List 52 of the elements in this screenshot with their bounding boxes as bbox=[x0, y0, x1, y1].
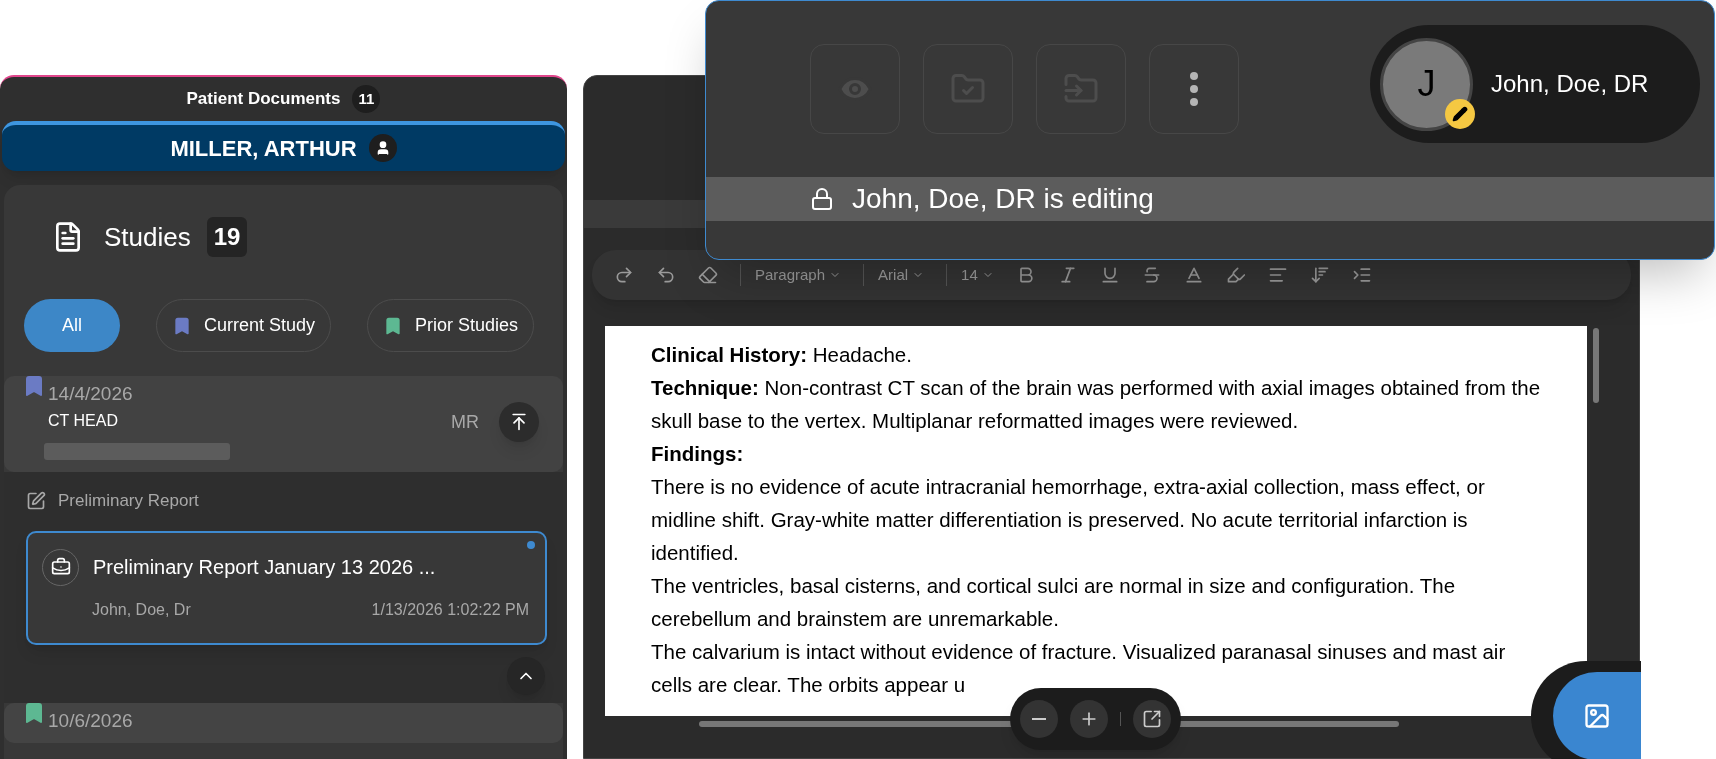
report-timestamp: 1/13/2026 1:02:22 PM bbox=[371, 599, 529, 620]
format-dropdown[interactable]: Arial bbox=[863, 263, 925, 287]
report-paragraph: The ventricles, basal cisterns, and cortical sulci are normal in size and configuration. The cerebellum and brainstem are unremarkable. bbox=[651, 573, 1457, 632]
format-dropdown[interactable]: Paragraph bbox=[740, 263, 842, 287]
study-date: 10/6/2026 bbox=[48, 709, 133, 733]
section-heading: Findings: bbox=[651, 441, 745, 467]
user-name: John, Doe, DR bbox=[1491, 69, 1649, 99]
align-icon[interactable] bbox=[1267, 265, 1288, 285]
lock-icon bbox=[810, 187, 834, 211]
study-row[interactable]: 14/4/2026 CT HEAD MR bbox=[4, 376, 563, 472]
studies-title: Studies bbox=[104, 220, 191, 254]
vertical-scrollbar[interactable] bbox=[1593, 328, 1599, 403]
highlighter-icon[interactable] bbox=[1225, 265, 1246, 285]
edit-icon bbox=[26, 490, 46, 511]
indent-icon[interactable] bbox=[1351, 265, 1372, 285]
redo-icon[interactable] bbox=[614, 265, 634, 285]
filter-chip[interactable]: All bbox=[24, 299, 120, 352]
undo-icon[interactable] bbox=[656, 265, 676, 285]
report-paragraph: There is no evidence of acute intracranial hemorrhage, extra-axial collection, mass effect, or midline shift. Gray-white matter differentiation is preserved. No acute territorial infarction is identified. bbox=[651, 474, 1486, 566]
format-dropdown[interactable]: 14 bbox=[946, 263, 994, 287]
minus-icon bbox=[1032, 718, 1046, 720]
section-label: Preliminary Report bbox=[58, 490, 199, 512]
user-chip[interactable]: J John, Doe, DR bbox=[1370, 25, 1700, 143]
study-date: 14/4/2026 bbox=[48, 382, 133, 406]
open-external-button[interactable] bbox=[1133, 700, 1171, 738]
upload-icon bbox=[509, 412, 529, 432]
eraser-icon[interactable] bbox=[698, 265, 718, 285]
image-button[interactable] bbox=[1553, 672, 1641, 759]
study-description: CT HEAD bbox=[48, 410, 119, 431]
report-paragraph: Technique: Non-contrast CT scan of the brain was performed with axial images obtained from the skull base to the vertex. Multiplanar reformatted images were reviewed. bbox=[651, 375, 1542, 434]
upload-button[interactable] bbox=[499, 402, 539, 442]
more-icon bbox=[1190, 72, 1198, 106]
patient-bar[interactable]: MILLER, ARTHUR bbox=[2, 121, 565, 171]
zoom-in-button[interactable] bbox=[1070, 700, 1108, 738]
count-badge: 11 bbox=[352, 85, 381, 113]
report-card[interactable]: Preliminary Report January 13 2026 ... John, Doe, Dr 1/13/2026 1:02:22 PM bbox=[26, 530, 547, 645]
report-document[interactable] bbox=[605, 326, 1587, 716]
modality-label: MR bbox=[451, 410, 479, 434]
person-icon bbox=[368, 134, 397, 162]
image-icon bbox=[1583, 702, 1611, 730]
count-badge: 19 bbox=[206, 217, 248, 257]
report-paragraph: The calvarium is intact without evidence of fracture. Visualized paranasal sinuses and mast air cells are clear. The orbits appear u bbox=[651, 639, 1507, 698]
patient-name: MILLER, ARTHUR bbox=[170, 134, 357, 163]
editing-message: John, Doe, DR is editing bbox=[852, 182, 1154, 216]
user-avatar: J bbox=[1380, 37, 1473, 131]
study-row[interactable]: 10/6/2026 bbox=[4, 703, 563, 743]
report-author: John, Doe, Dr bbox=[92, 599, 191, 620]
report-paragraph: Clinical History: Headache. bbox=[651, 342, 913, 368]
line-spacing-icon[interactable] bbox=[1309, 265, 1330, 285]
report-title: Preliminary Report January 13 2026 ... bbox=[93, 555, 436, 580]
panel-title: Patient Documents bbox=[186, 88, 341, 111]
external-link-icon bbox=[1142, 709, 1162, 729]
